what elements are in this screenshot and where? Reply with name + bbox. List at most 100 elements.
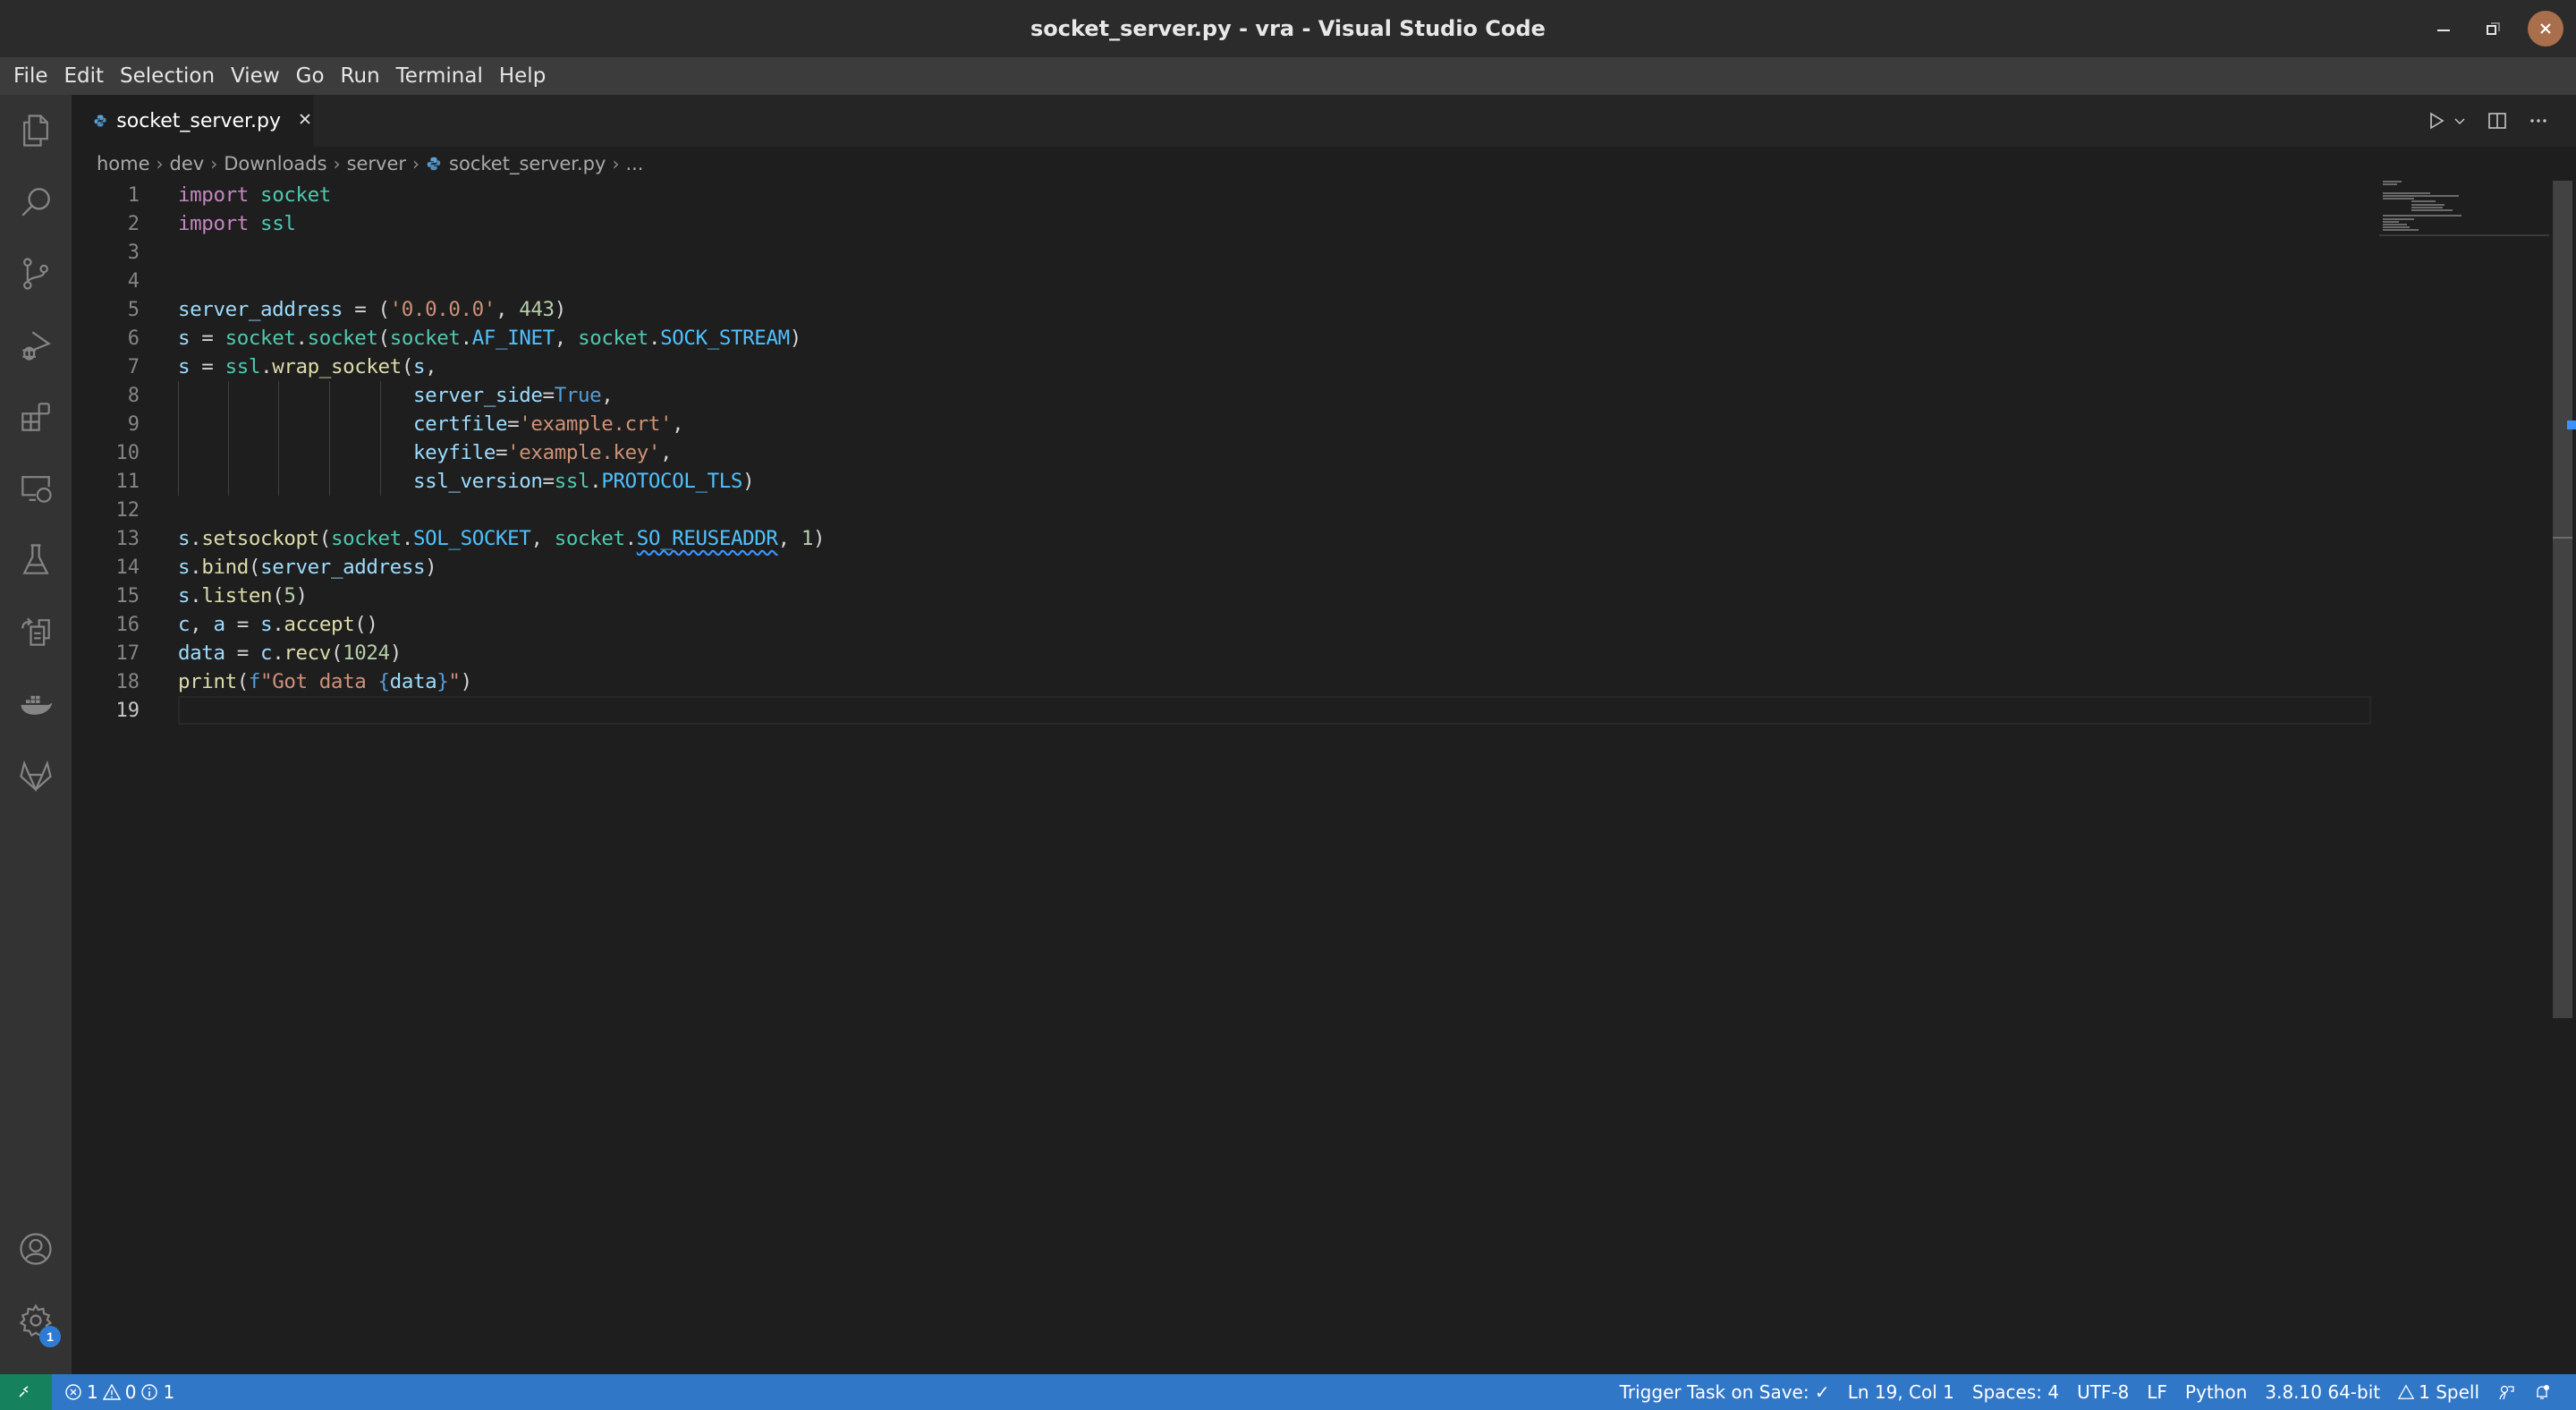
line-number[interactable]: 13: [72, 528, 140, 550]
end-of-line[interactable]: LF: [2138, 1374, 2176, 1410]
breadcrumb-server[interactable]: server: [347, 153, 406, 174]
activity-gitlab[interactable]: [0, 739, 72, 811]
line-number[interactable]: 12: [72, 499, 140, 522]
breadcrumb-dev[interactable]: dev: [170, 153, 205, 174]
code-line[interactable]: 4: [72, 267, 2370, 295]
spell-checker[interactable]: 1 Spell: [2389, 1374, 2488, 1410]
split-editor-button[interactable]: [2487, 110, 2508, 132]
remote-repositories-icon: [21, 617, 50, 646]
line-number[interactable]: 6: [72, 327, 140, 350]
menu-view[interactable]: View: [223, 57, 288, 95]
minimize-button[interactable]: [2426, 11, 2462, 47]
chevron-down-icon[interactable]: [2453, 114, 2467, 128]
line-number[interactable]: 8: [72, 385, 140, 407]
activity-extensions[interactable]: [0, 381, 72, 453]
python-interpreter[interactable]: 3.8.10 64-bit: [2256, 1374, 2389, 1410]
line-number[interactable]: 18: [72, 671, 140, 693]
activity-accounts[interactable]: [0, 1213, 72, 1285]
editor-actions: [2426, 95, 2549, 147]
activity-remote-repositories[interactable]: [0, 596, 72, 667]
encoding[interactable]: UTF-8: [2068, 1374, 2138, 1410]
code-editor[interactable]: 1 import socket 2 import ssl 3 4 5 server_addre…: [72, 181, 2540, 1374]
breadcrumb-symbols[interactable]: ...: [625, 153, 643, 174]
remote-indicator-button[interactable]: [0, 1374, 52, 1410]
code-line[interactable]: 8 server_side=True,: [72, 381, 2370, 410]
code-line[interactable]: 14 s.bind(server_address): [72, 553, 2370, 582]
code-line[interactable]: 7 s = ssl.wrap_socket(s,: [72, 352, 2370, 381]
minimap-line: [2383, 195, 2459, 197]
line-number[interactable]: 16: [72, 614, 140, 636]
cursor-position[interactable]: Ln 19, Col 1: [1839, 1374, 1963, 1410]
close-window-button[interactable]: [2528, 11, 2563, 47]
activity-run-debug[interactable]: [0, 310, 72, 381]
code-line[interactable]: 1 import socket: [72, 181, 2370, 209]
line-number[interactable]: 9: [72, 413, 140, 436]
more-actions-button[interactable]: [2528, 110, 2549, 132]
notifications-button[interactable]: [2524, 1374, 2560, 1410]
feedback-button[interactable]: [2488, 1374, 2524, 1410]
code-line[interactable]: 11 ssl_version=ssl.PROTOCOL_TLS): [72, 467, 2370, 496]
editor-scrollbar[interactable]: [2553, 181, 2572, 1018]
code-line[interactable]: 13 s.setsockopt(socket.SOL_SOCKET, socket…: [72, 524, 2370, 553]
menu-terminal[interactable]: Terminal: [388, 57, 491, 95]
trigger-task-on-save[interactable]: Trigger Task on Save: ✓: [1611, 1374, 1839, 1410]
activity-docker[interactable]: [0, 667, 72, 739]
line-number[interactable]: 5: [72, 299, 140, 321]
activity-search[interactable]: [0, 166, 72, 238]
line-number[interactable]: 19: [72, 700, 140, 722]
code-line[interactable]: 19: [72, 696, 2371, 725]
tab-bar: socket_server.py: [72, 95, 2576, 147]
problems-button[interactable]: 1 0 1: [52, 1374, 183, 1410]
code-line[interactable]: 17 data = c.recv(1024): [72, 639, 2370, 667]
breadcrumb-home[interactable]: home: [97, 153, 150, 174]
line-number[interactable]: 1: [72, 184, 140, 207]
line-number[interactable]: 10: [72, 442, 140, 464]
indentation[interactable]: Spaces: 4: [1963, 1374, 2068, 1410]
breadcrumb-file[interactable]: socket_server.py: [449, 153, 606, 174]
window-title: socket_server.py - vra - Visual Studio C…: [1030, 16, 1546, 41]
menu-run[interactable]: Run: [333, 57, 388, 95]
minimap-viewport[interactable]: [2379, 234, 2549, 236]
code-line[interactable]: 9 certfile='example.crt',: [72, 410, 2370, 438]
activity-source-control[interactable]: [0, 238, 72, 310]
menu-selection[interactable]: Selection: [112, 57, 223, 95]
menu-edit[interactable]: Edit: [56, 57, 113, 95]
code-text: server_address = ('0.0.0.0', 443): [178, 298, 566, 321]
line-number[interactable]: 3: [72, 242, 140, 264]
activity-explorer[interactable]: [0, 95, 72, 166]
menu-bar: File Edit Selection View Go Run Terminal…: [0, 57, 2576, 95]
code-line[interactable]: 2 import ssl: [72, 209, 2370, 238]
code-line[interactable]: 15 s.listen(5): [72, 582, 2370, 610]
minimap[interactable]: [2379, 181, 2558, 243]
restore-button[interactable]: [2476, 11, 2512, 47]
line-number[interactable]: 17: [72, 642, 140, 665]
run-python-file-button[interactable]: [2426, 110, 2467, 132]
code-line[interactable]: 16 c, a = s.accept(): [72, 610, 2370, 639]
line-number[interactable]: 11: [72, 471, 140, 493]
error-count: 1: [87, 1381, 98, 1403]
code-line[interactable]: 3: [72, 238, 2370, 267]
activity-remote-explorer[interactable]: [0, 453, 72, 524]
code-line[interactable]: 6 s = socket.socket(socket.AF_INET, socke…: [72, 324, 2370, 352]
code-text: ssl_version=ssl.PROTOCOL_TLS): [412, 470, 755, 493]
tab-socket-server-py[interactable]: socket_server.py: [72, 95, 313, 147]
code-text: import socket: [178, 183, 331, 207]
menu-file[interactable]: File: [5, 57, 56, 95]
line-number[interactable]: 14: [72, 556, 140, 579]
breadcrumb-downloads[interactable]: Downloads: [224, 153, 326, 174]
activity-manage[interactable]: 1: [0, 1285, 72, 1356]
menu-help[interactable]: Help: [491, 57, 554, 95]
line-number[interactable]: 2: [72, 213, 140, 235]
code-line[interactable]: 5 server_address = ('0.0.0.0', 443): [72, 295, 2370, 324]
tab-close-button[interactable]: [297, 109, 313, 132]
minimap-line: [2411, 206, 2444, 208]
line-number[interactable]: 4: [72, 270, 140, 293]
line-number[interactable]: 15: [72, 585, 140, 607]
code-line[interactable]: 18 print(f"Got data {data}"): [72, 667, 2370, 696]
line-number[interactable]: 7: [72, 356, 140, 378]
language-mode[interactable]: Python: [2176, 1374, 2256, 1410]
menu-go[interactable]: Go: [288, 57, 333, 95]
code-line[interactable]: 12: [72, 496, 2370, 524]
activity-testing[interactable]: [0, 524, 72, 596]
code-line[interactable]: 10 keyfile='example.key',: [72, 438, 2370, 467]
